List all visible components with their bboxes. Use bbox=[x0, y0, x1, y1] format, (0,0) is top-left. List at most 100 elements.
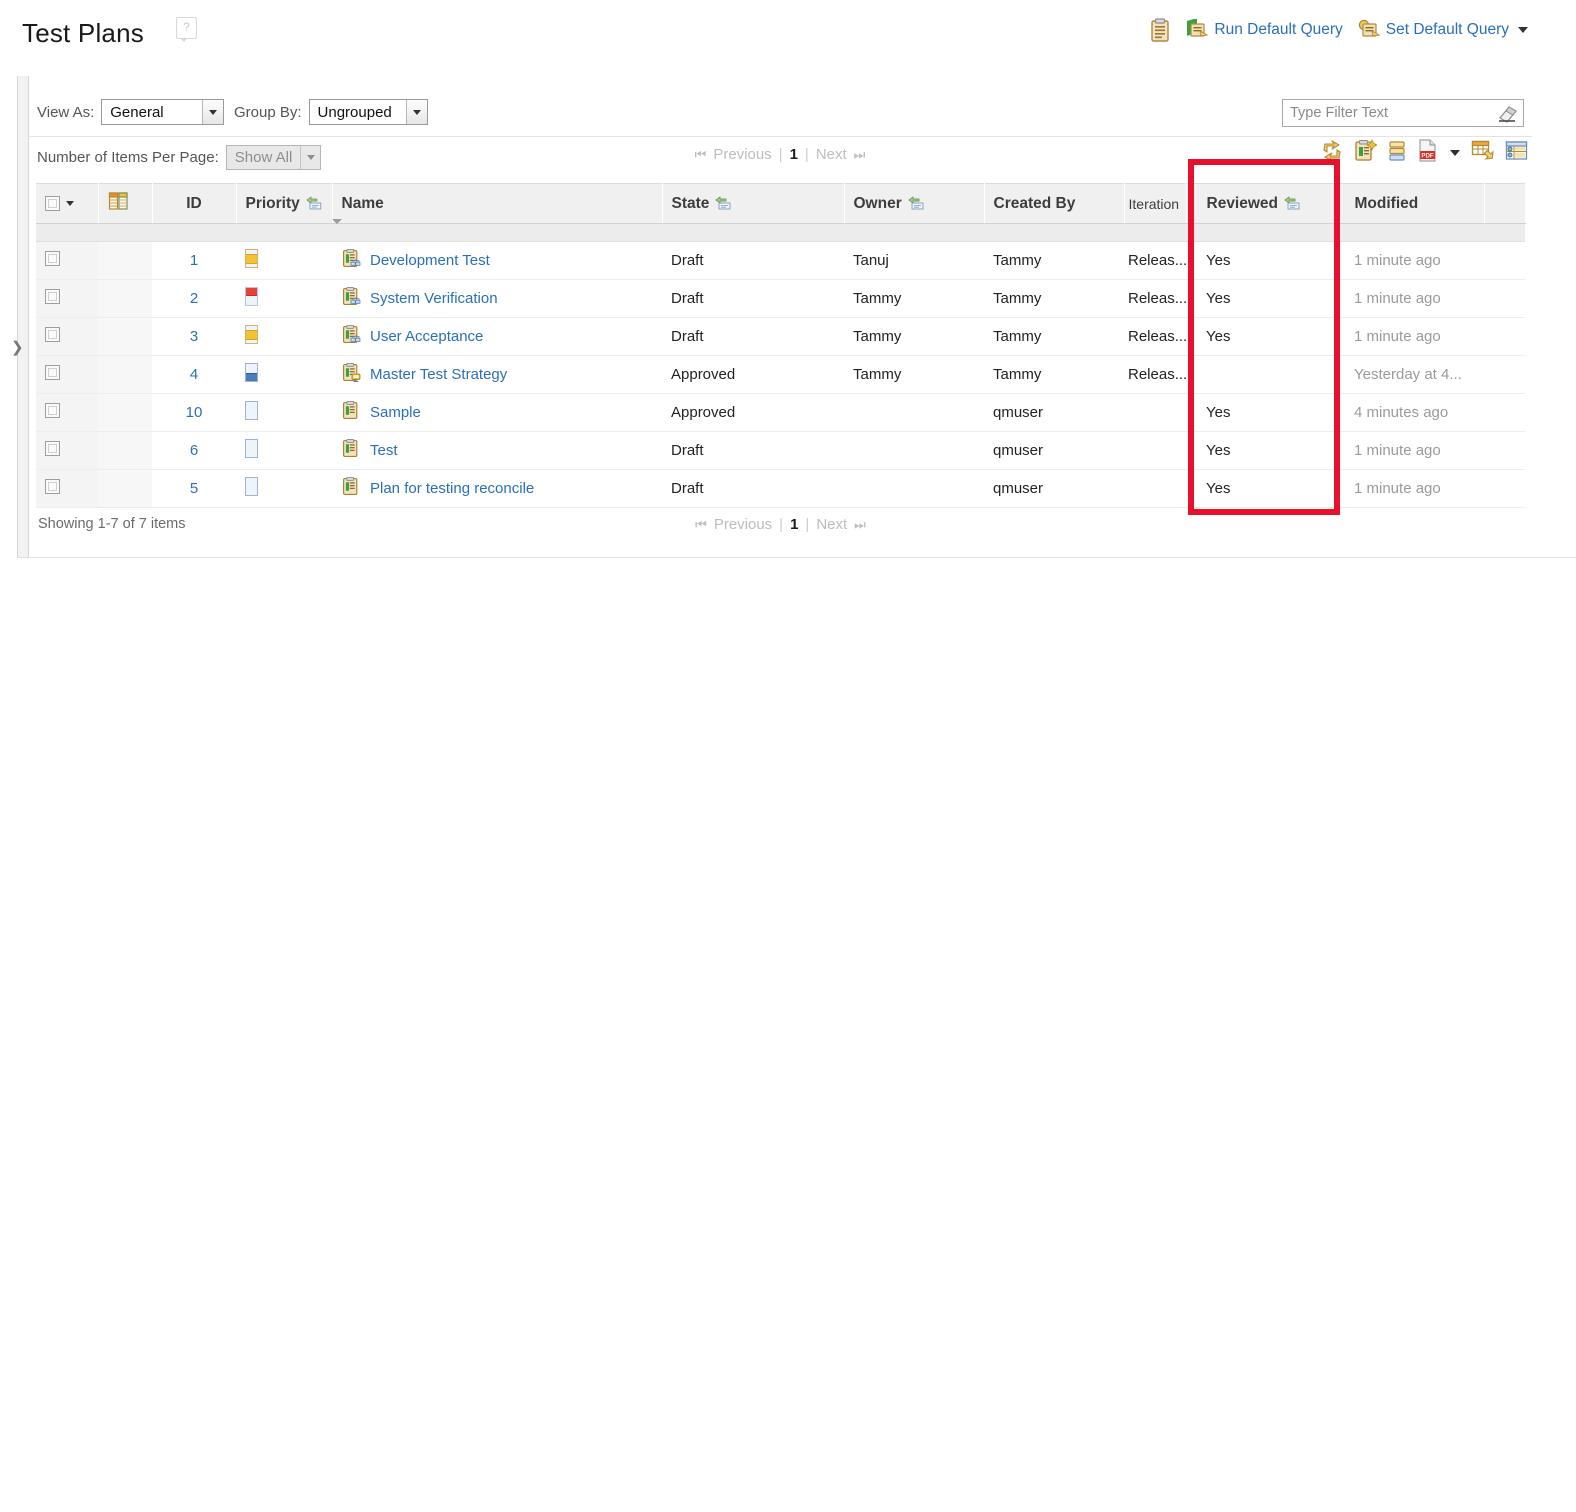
row-reviewed-value: Yes bbox=[1206, 290, 1231, 307]
row-iteration-cell bbox=[1124, 431, 1186, 470]
column-header-iteration[interactable]: Iteration bbox=[1124, 183, 1187, 224]
column-header-id[interactable]: ID bbox=[152, 183, 237, 224]
current-page-number[interactable]: 1 bbox=[790, 146, 798, 163]
items-per-page-dropdown-arrow[interactable] bbox=[300, 146, 320, 169]
row-checkbox[interactable] bbox=[45, 251, 60, 266]
table-row[interactable]: 4 Master Test Strategy Approved Tammy Tammy R… bbox=[36, 355, 1525, 394]
column-header-priority[interactable]: Priority bbox=[236, 183, 333, 224]
table-row[interactable]: 3 User Acceptance Draft Tammy Tammy Releas...… bbox=[36, 317, 1525, 356]
filter-sort-icon[interactable] bbox=[306, 196, 323, 211]
row-id-link[interactable]: 6 bbox=[190, 442, 198, 459]
set-default-query-button[interactable]: Set Default Query bbox=[1357, 19, 1528, 41]
group-by-dropdown-arrow[interactable] bbox=[405, 100, 427, 124]
subheader-collapse-cell[interactable] bbox=[332, 219, 844, 242]
set-default-query-label: Set Default Query bbox=[1385, 21, 1509, 38]
row-id-link[interactable]: 5 bbox=[190, 480, 198, 497]
row-select-cell[interactable] bbox=[36, 393, 98, 432]
column-header-state[interactable]: State bbox=[662, 183, 845, 224]
chevron-down-icon[interactable] bbox=[1518, 27, 1528, 33]
table-row[interactable]: 5 Plan for testing reconcile Draft qmuser Ye… bbox=[36, 469, 1525, 508]
row-modified-value: 1 minute ago bbox=[1354, 252, 1441, 269]
column-header-type[interactable] bbox=[98, 183, 153, 224]
row-checkbox[interactable] bbox=[45, 479, 60, 494]
row-name-link[interactable]: Plan for testing reconcile bbox=[370, 480, 534, 497]
row-name-link[interactable]: Sample bbox=[370, 404, 421, 421]
next-page-link[interactable]: Next bbox=[816, 146, 847, 163]
select-all-dropdown-icon[interactable] bbox=[66, 201, 74, 206]
column-header-owner[interactable]: Owner bbox=[844, 183, 985, 224]
next-page-link[interactable]: Next bbox=[816, 516, 847, 533]
export-table-icon[interactable] bbox=[1471, 139, 1494, 167]
first-page-icon[interactable]: ⏮ bbox=[695, 147, 707, 163]
filter-sort-icon[interactable] bbox=[715, 196, 732, 211]
items-per-page-select[interactable]: Show All bbox=[225, 145, 322, 170]
previous-page-link[interactable]: Previous bbox=[714, 516, 772, 533]
row-name-link[interactable]: Master Test Strategy bbox=[370, 366, 507, 383]
row-select-cell[interactable] bbox=[36, 241, 98, 280]
row-reviewed-value: Yes bbox=[1206, 404, 1231, 421]
clipboard-button[interactable] bbox=[1149, 18, 1171, 42]
run-default-query-button[interactable]: Run Default Query bbox=[1185, 19, 1343, 41]
configure-table-icon[interactable] bbox=[1505, 140, 1528, 167]
help-icon[interactable]: ? bbox=[176, 17, 197, 42]
refresh-icon[interactable] bbox=[1321, 139, 1343, 167]
row-select-cell[interactable] bbox=[36, 469, 98, 508]
row-name-link[interactable]: System Verification bbox=[370, 290, 498, 307]
row-select-cell[interactable] bbox=[36, 317, 98, 356]
last-page-icon[interactable]: ⏭ bbox=[854, 517, 866, 533]
group-by-control: Group By: Ungrouped bbox=[234, 99, 428, 125]
priority-unassigned-icon bbox=[245, 439, 258, 458]
select-all-checkbox[interactable] bbox=[45, 196, 60, 211]
table-row[interactable]: 10 Sample Approved qmuser Yes 4 minutes ago bbox=[36, 393, 1525, 432]
row-checkbox[interactable] bbox=[45, 289, 60, 304]
row-name-link[interactable]: User Acceptance bbox=[370, 328, 483, 345]
filter-sort-icon[interactable] bbox=[907, 196, 925, 211]
row-id-link[interactable]: 3 bbox=[190, 328, 198, 345]
row-checkbox[interactable] bbox=[45, 403, 60, 418]
filter-sort-icon[interactable] bbox=[1284, 196, 1301, 211]
row-checkbox[interactable] bbox=[45, 365, 60, 380]
column-header-select-all[interactable] bbox=[36, 183, 99, 224]
previous-page-link[interactable]: Previous bbox=[713, 146, 771, 163]
row-name-link[interactable]: Test bbox=[370, 442, 398, 459]
table-row[interactable]: 1 Development Test Draft Tanuj Tammy Releas..… bbox=[36, 241, 1525, 280]
column-header-created-by[interactable]: Created By bbox=[984, 183, 1125, 224]
new-test-plan-icon[interactable] bbox=[1354, 139, 1378, 167]
first-page-icon[interactable]: ⏮ bbox=[695, 517, 707, 533]
row-owner-cell bbox=[844, 393, 984, 432]
view-as-select[interactable]: General bbox=[101, 99, 225, 125]
expand-panel-arrow-icon[interactable]: ❯ bbox=[11, 340, 24, 355]
export-pdf-icon[interactable]: PDF bbox=[1417, 139, 1439, 167]
filter-input[interactable] bbox=[1283, 105, 1496, 121]
view-as-dropdown-arrow[interactable] bbox=[202, 100, 224, 124]
row-id-link[interactable]: 2 bbox=[190, 290, 198, 307]
last-page-icon[interactable]: ⏭ bbox=[854, 147, 866, 163]
group-by-select[interactable]: Ungrouped bbox=[308, 99, 428, 125]
export-dropdown-caret[interactable] bbox=[1450, 150, 1460, 156]
row-created-by-cell: Tammy bbox=[984, 355, 1124, 394]
column-header-created-by-label: Created By bbox=[993, 194, 1076, 212]
column-header-reviewed[interactable]: Reviewed bbox=[1186, 183, 1339, 224]
test-plans-table: ID Priority Name State Owner Created By … bbox=[36, 183, 1526, 508]
row-id-link[interactable]: 4 bbox=[190, 366, 198, 383]
row-modified-cell: 4 minutes ago bbox=[1338, 393, 1484, 432]
eraser-icon[interactable] bbox=[1496, 102, 1520, 124]
row-modified-cell: 1 minute ago bbox=[1338, 241, 1484, 280]
row-checkbox[interactable] bbox=[45, 441, 60, 456]
table-row[interactable]: 6 Test Draft qmuser Yes 1 minute ago bbox=[36, 431, 1525, 470]
row-select-cell[interactable] bbox=[36, 279, 98, 318]
row-id-link[interactable]: 1 bbox=[190, 252, 198, 269]
row-select-cell[interactable] bbox=[36, 355, 98, 394]
chevron-down-icon[interactable] bbox=[332, 219, 342, 241]
row-id-cell: 5 bbox=[152, 469, 236, 508]
columns-icon[interactable] bbox=[1388, 140, 1406, 167]
row-select-cell[interactable] bbox=[36, 431, 98, 470]
row-id-link[interactable]: 10 bbox=[186, 404, 203, 421]
current-page-number[interactable]: 1 bbox=[790, 516, 798, 533]
column-header-name[interactable]: Name bbox=[332, 183, 663, 224]
column-header-modified[interactable]: Modified bbox=[1338, 183, 1485, 224]
table-row[interactable]: 2 System Verification Draft Tammy Tammy Relea… bbox=[36, 279, 1525, 318]
items-per-page-label: Number of Items Per Page: bbox=[37, 149, 219, 166]
row-checkbox[interactable] bbox=[45, 327, 60, 342]
row-name-link[interactable]: Development Test bbox=[370, 252, 490, 269]
